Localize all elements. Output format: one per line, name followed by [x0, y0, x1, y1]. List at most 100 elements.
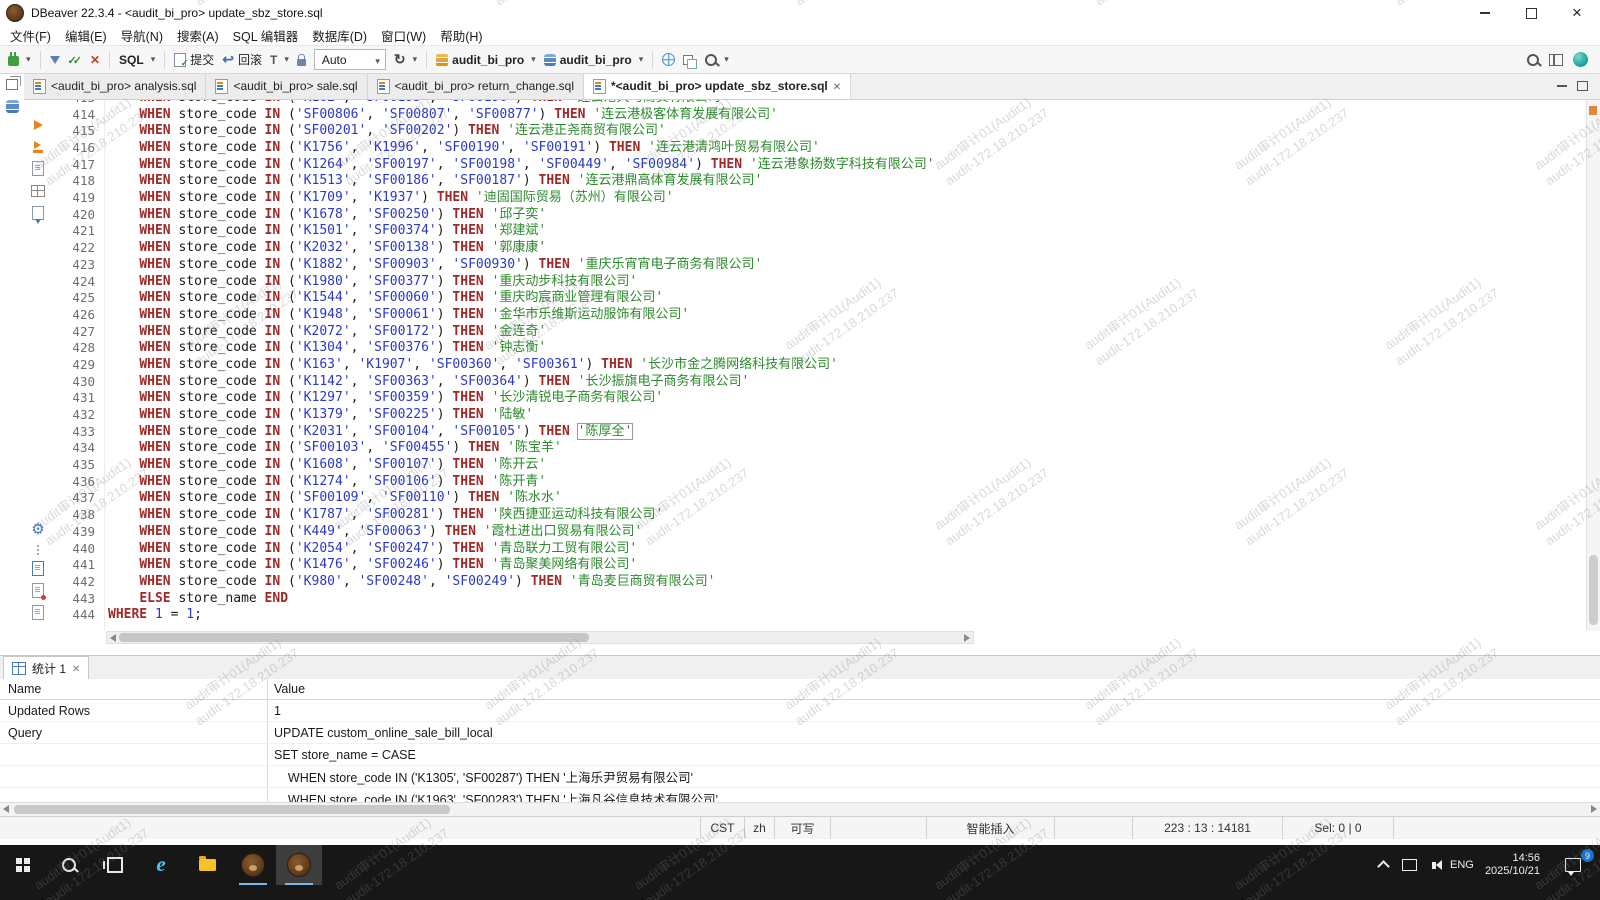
- close-button[interactable]: [1554, 0, 1600, 26]
- script-file-button-1[interactable]: [28, 559, 48, 577]
- horizontal-scroll-thumb[interactable]: [119, 633, 589, 642]
- status-item: Sel: 0 | 0: [1282, 817, 1394, 839]
- minimize-icon: [1480, 12, 1490, 14]
- code-line: WHEN store_code IN ('K980', 'SF00248', '…: [108, 574, 1586, 591]
- refresh-button[interactable]: [390, 48, 421, 71]
- taskbar-dbeaver-button-1[interactable]: [230, 845, 276, 885]
- maximize-view-icon[interactable]: [1577, 81, 1588, 91]
- script-file-button-2[interactable]: [28, 581, 48, 599]
- tray-display-button[interactable]: [1397, 845, 1423, 885]
- close-icon[interactable]: [833, 79, 841, 93]
- line-number: 430: [52, 374, 104, 391]
- execute-sql-button[interactable]: [28, 116, 48, 134]
- find-button[interactable]: [1523, 51, 1543, 69]
- search-menu-button[interactable]: [701, 51, 733, 69]
- editor-horizontal-scrollbar[interactable]: [106, 631, 974, 644]
- network-button[interactable]: [658, 50, 679, 69]
- editor-tab[interactable]: <audit_bi_pro> analysis.sql: [24, 74, 206, 99]
- internet-explorer-button[interactable]: [138, 845, 184, 885]
- teal-orb-icon: [1573, 52, 1588, 67]
- settings-button[interactable]: [28, 521, 48, 539]
- connection-combo[interactable]: audit_bi_pro: [432, 50, 540, 70]
- editor-vertical-scrollbar[interactable]: [1586, 100, 1600, 631]
- taskbar-dbeaver-button-2[interactable]: [276, 845, 322, 885]
- lock-button[interactable]: [293, 50, 310, 69]
- menu-item[interactable]: 搜索(A): [170, 25, 226, 46]
- stats-value-cell: UPDATE custom_online_sale_bill_local: [268, 722, 1600, 743]
- dbeaver-icon: [241, 853, 265, 877]
- code-line: WHEN store_code IN ('K1948', 'SF00061') …: [108, 307, 1586, 324]
- editor-region: <audit_bi_pro> analysis.sql<audit_bi_pro…: [0, 74, 1600, 644]
- minimize-view-icon[interactable]: [1557, 85, 1567, 87]
- stats-tab[interactable]: 统计 1: [3, 656, 89, 679]
- stats-value-cell: 1: [268, 700, 1600, 721]
- rollback-button[interactable]: 回滚: [218, 48, 266, 71]
- menu-item[interactable]: 帮助(H): [433, 25, 489, 46]
- stats-row[interactable]: WHEN store_code IN ('K1305', 'SF00287') …: [0, 766, 1600, 788]
- editor-tab[interactable]: <audit_bi_pro> sale.sql: [206, 74, 367, 99]
- grid-icon: [12, 662, 26, 675]
- file-explorer-button[interactable]: [184, 845, 230, 885]
- transaction-mode-button[interactable]: [266, 50, 293, 70]
- tray-expand-button[interactable]: [1371, 845, 1397, 885]
- menu-item[interactable]: 数据库(D): [305, 25, 374, 46]
- minimize-button[interactable]: [1462, 0, 1508, 26]
- tray-volume-button[interactable]: [1423, 845, 1449, 885]
- sql-file-icon: [593, 79, 606, 94]
- maximize-button[interactable]: [1508, 0, 1554, 26]
- stats-row[interactable]: SET store_name = CASE: [0, 744, 1600, 766]
- execute-button[interactable]: [46, 53, 64, 67]
- sql-editor[interactable]: WHEN store_code IN ('K162', 'SF00195', '…: [105, 100, 1586, 631]
- scroll-right-arrow-icon[interactable]: [1591, 805, 1597, 813]
- commit-button[interactable]: 提交: [170, 48, 218, 71]
- menu-item[interactable]: 窗口(W): [374, 25, 433, 46]
- action-center-button[interactable]: 9: [1550, 845, 1596, 885]
- line-number: 428: [52, 340, 104, 357]
- explain-plan-button[interactable]: [28, 160, 48, 178]
- start-button[interactable]: [0, 845, 46, 885]
- menu-item[interactable]: 编辑(E): [58, 25, 114, 46]
- scroll-left-arrow-icon[interactable]: [110, 634, 116, 642]
- editor-tab[interactable]: <audit_bi_pro> return_change.sql: [368, 74, 584, 99]
- language-button[interactable]: ENG: [1449, 845, 1475, 885]
- vertical-scroll-thumb[interactable]: [1589, 555, 1598, 625]
- commit-quick-button[interactable]: [64, 50, 86, 70]
- compare-button[interactable]: [679, 52, 701, 68]
- clock[interactable]: 14:56 2025/10/21: [1475, 852, 1550, 878]
- scroll-right-arrow-icon[interactable]: [964, 634, 970, 642]
- restore-panel-icon[interactable]: [6, 79, 18, 90]
- column-header-name[interactable]: Name: [0, 679, 268, 699]
- rollback-quick-button[interactable]: [86, 50, 104, 70]
- stats-rows: Updated Rows1QueryUPDATE custom_online_s…: [0, 700, 1600, 810]
- close-icon[interactable]: [72, 661, 80, 675]
- execute-script-button[interactable]: [28, 138, 48, 156]
- script-file-button-3[interactable]: [28, 603, 48, 621]
- line-number: 416: [52, 140, 104, 157]
- task-view-button[interactable]: [92, 845, 138, 885]
- perspective-button[interactable]: [1545, 51, 1567, 69]
- scroll-left-arrow-icon[interactable]: [3, 805, 9, 813]
- editor-tab[interactable]: *<audit_bi_pro> update_sbz_store.sql: [584, 74, 851, 99]
- document-alert-icon: [32, 583, 44, 598]
- line-number: 435: [52, 457, 104, 474]
- result-grid-button[interactable]: [28, 182, 48, 200]
- tab-label: *<audit_bi_pro> update_sbz_store.sql: [611, 79, 828, 93]
- menu-item[interactable]: SQL 编辑器: [226, 25, 306, 46]
- schema-combo[interactable]: audit_bi_pro: [540, 50, 648, 70]
- export-button[interactable]: [28, 204, 48, 222]
- menu-item[interactable]: 文件(F): [3, 25, 58, 46]
- panel-scroll-thumb[interactable]: [14, 805, 450, 814]
- taskbar-search-button[interactable]: [46, 845, 92, 885]
- menu-item[interactable]: 导航(N): [114, 25, 170, 46]
- community-button[interactable]: [1569, 49, 1592, 70]
- database-navigator-icon[interactable]: [6, 100, 19, 113]
- panel-tab-bar: 统计 1: [0, 655, 1600, 679]
- stats-row[interactable]: QueryUPDATE custom_online_sale_bill_loca…: [0, 722, 1600, 744]
- stats-row[interactable]: Updated Rows1: [0, 700, 1600, 722]
- sql-menu-button[interactable]: SQL: [115, 50, 159, 70]
- column-header-value[interactable]: Value: [268, 679, 1600, 699]
- document-icon: [32, 605, 44, 620]
- panel-horizontal-scrollbar[interactable]: [0, 802, 1600, 816]
- connection-selector[interactable]: [4, 50, 35, 69]
- autocommit-select[interactable]: Auto: [314, 49, 386, 70]
